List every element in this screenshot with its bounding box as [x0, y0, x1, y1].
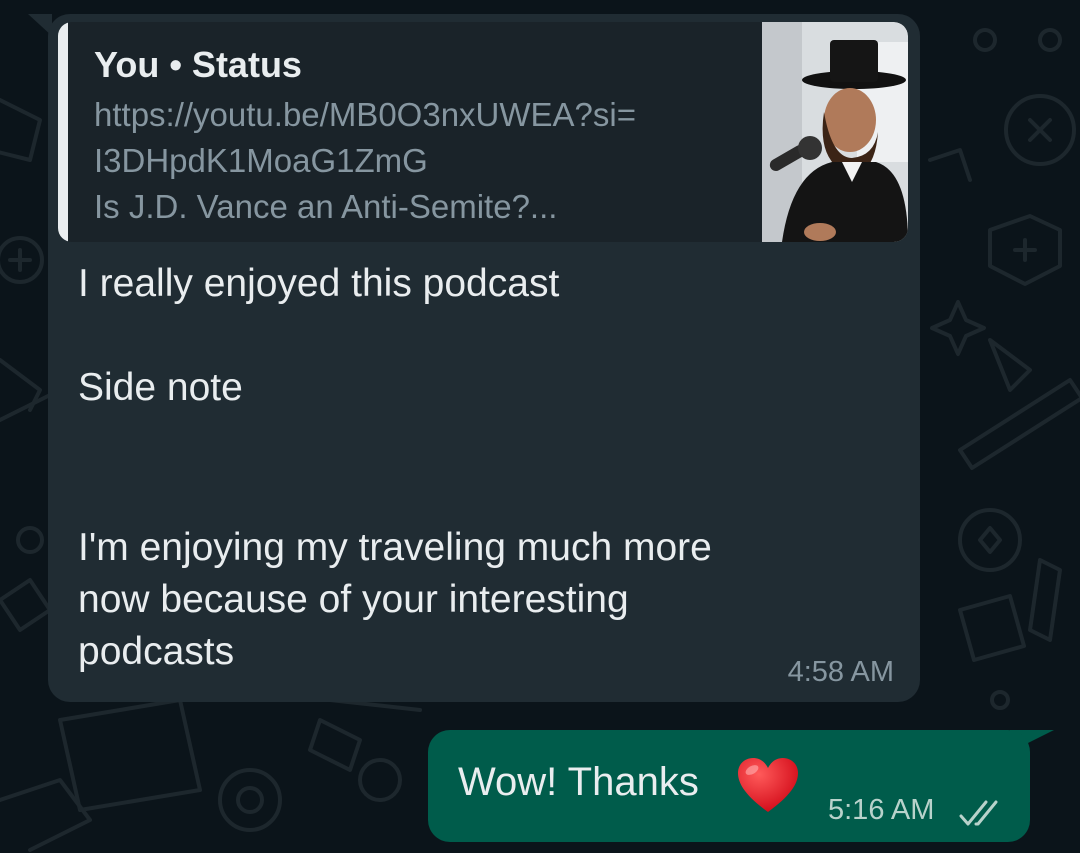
message-text-line: I'm enjoying my traveling much more [78, 526, 712, 569]
outgoing-message-text: Wow! Thanks [458, 760, 699, 804]
quote-accent-bar [58, 22, 68, 242]
video-thumbnail-icon [762, 22, 908, 242]
message-text-line: I really enjoyed this podcast [78, 262, 560, 305]
incoming-message-time: 4:58 AM [787, 656, 894, 688]
quote-link-line-1: https://youtu.be/MB0O3nxUWEA?si= [94, 96, 637, 133]
quoted-status-reply[interactable]: You • Status https://youtu.be/MB0O3nxUWE… [58, 22, 908, 242]
message-text-line: now because of your interesting [78, 578, 629, 621]
message-text-line: podcasts [78, 630, 235, 673]
double-check-read-icon [959, 800, 998, 826]
quote-link-line-2: I3DHpdK1MoaG1ZmG [94, 142, 428, 179]
message-text-line: Side note [78, 366, 243, 409]
red-heart-icon [738, 758, 798, 812]
quote-title: You • Status [94, 44, 302, 85]
quote-video-title: Is J.D. Vance an Anti-Semite?... [94, 188, 558, 225]
outgoing-message-time: 5:16 AM [828, 794, 935, 826]
